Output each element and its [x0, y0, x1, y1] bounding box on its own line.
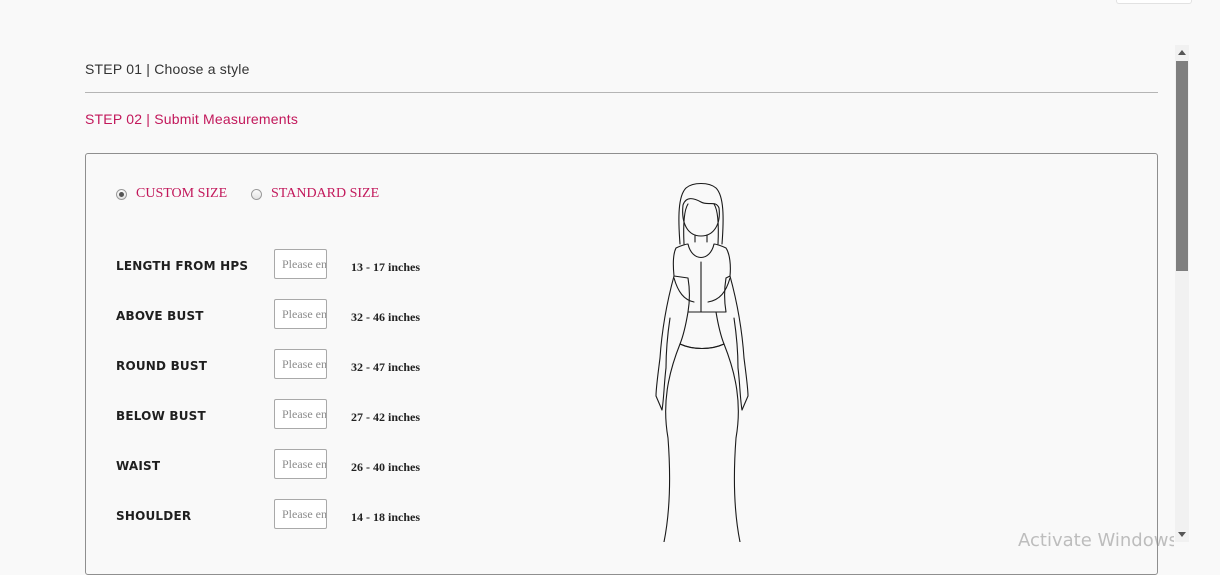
- scroll-up-arrow-icon[interactable]: [1178, 50, 1186, 55]
- standard-size-label: STANDARD SIZE: [271, 186, 380, 201]
- standard-size-radio[interactable]: [251, 188, 262, 200]
- custom-size-label: CUSTOM SIZE: [136, 186, 228, 201]
- scrollbar-thumb[interactable]: [1176, 61, 1188, 271]
- scroll-down-arrow-icon[interactable]: [1178, 532, 1186, 537]
- custom-size-option[interactable]: CUSTOM SIZE: [116, 186, 227, 202]
- above-bust-input[interactable]: [274, 299, 327, 329]
- measurement-label: ROUND BUST: [116, 359, 208, 373]
- below-bust-input[interactable]: [274, 399, 327, 429]
- measurement-label: BELOW BUST: [116, 409, 206, 423]
- top-tab-edge: [1116, 0, 1192, 4]
- measurement-range: 26 - 40 inches: [351, 460, 420, 474]
- step-1-heading[interactable]: STEP 01 | Choose a style: [85, 61, 250, 77]
- step-divider: [85, 92, 1158, 93]
- measurement-row-waist: WAIST 26 - 40 inches: [116, 449, 456, 479]
- measurement-row-above-bust: ABOVE BUST 32 - 46 inches: [116, 299, 456, 329]
- measurement-label: SHOULDER: [116, 509, 192, 523]
- measurement-label: WAIST: [116, 459, 161, 473]
- measurement-range: 32 - 47 inches: [351, 360, 420, 374]
- measurement-row-below-bust: BELOW BUST 27 - 42 inches: [116, 399, 456, 429]
- dress-figure-illustration: [655, 182, 749, 542]
- activate-windows-watermark: Activate Windows: [1018, 530, 1174, 551]
- waist-input[interactable]: [274, 449, 327, 479]
- standard-size-option[interactable]: STANDARD SIZE: [251, 186, 379, 202]
- measurement-row-round-bust: ROUND BUST 32 - 47 inches: [116, 349, 456, 379]
- measurement-label: LENGTH FROM HPS: [116, 259, 249, 273]
- custom-size-radio[interactable]: [116, 188, 127, 200]
- measurement-row-shoulder: SHOULDER 14 - 18 inches: [116, 499, 456, 529]
- measurement-range: 14 - 18 inches: [351, 510, 420, 524]
- round-bust-input[interactable]: [274, 349, 327, 379]
- measurement-range: 13 - 17 inches: [351, 260, 420, 274]
- measurement-range: 27 - 42 inches: [351, 410, 420, 424]
- measurement-range: 32 - 46 inches: [351, 310, 420, 324]
- measurement-row-length-from-hps: LENGTH FROM HPS 13 - 17 inches: [116, 249, 456, 279]
- vertical-scrollbar[interactable]: [1175, 45, 1189, 542]
- step-2-heading[interactable]: STEP 02 | Submit Measurements: [85, 111, 298, 127]
- length-from-hps-input[interactable]: [274, 249, 327, 279]
- measurement-label: ABOVE BUST: [116, 309, 204, 323]
- shoulder-input[interactable]: [274, 499, 327, 529]
